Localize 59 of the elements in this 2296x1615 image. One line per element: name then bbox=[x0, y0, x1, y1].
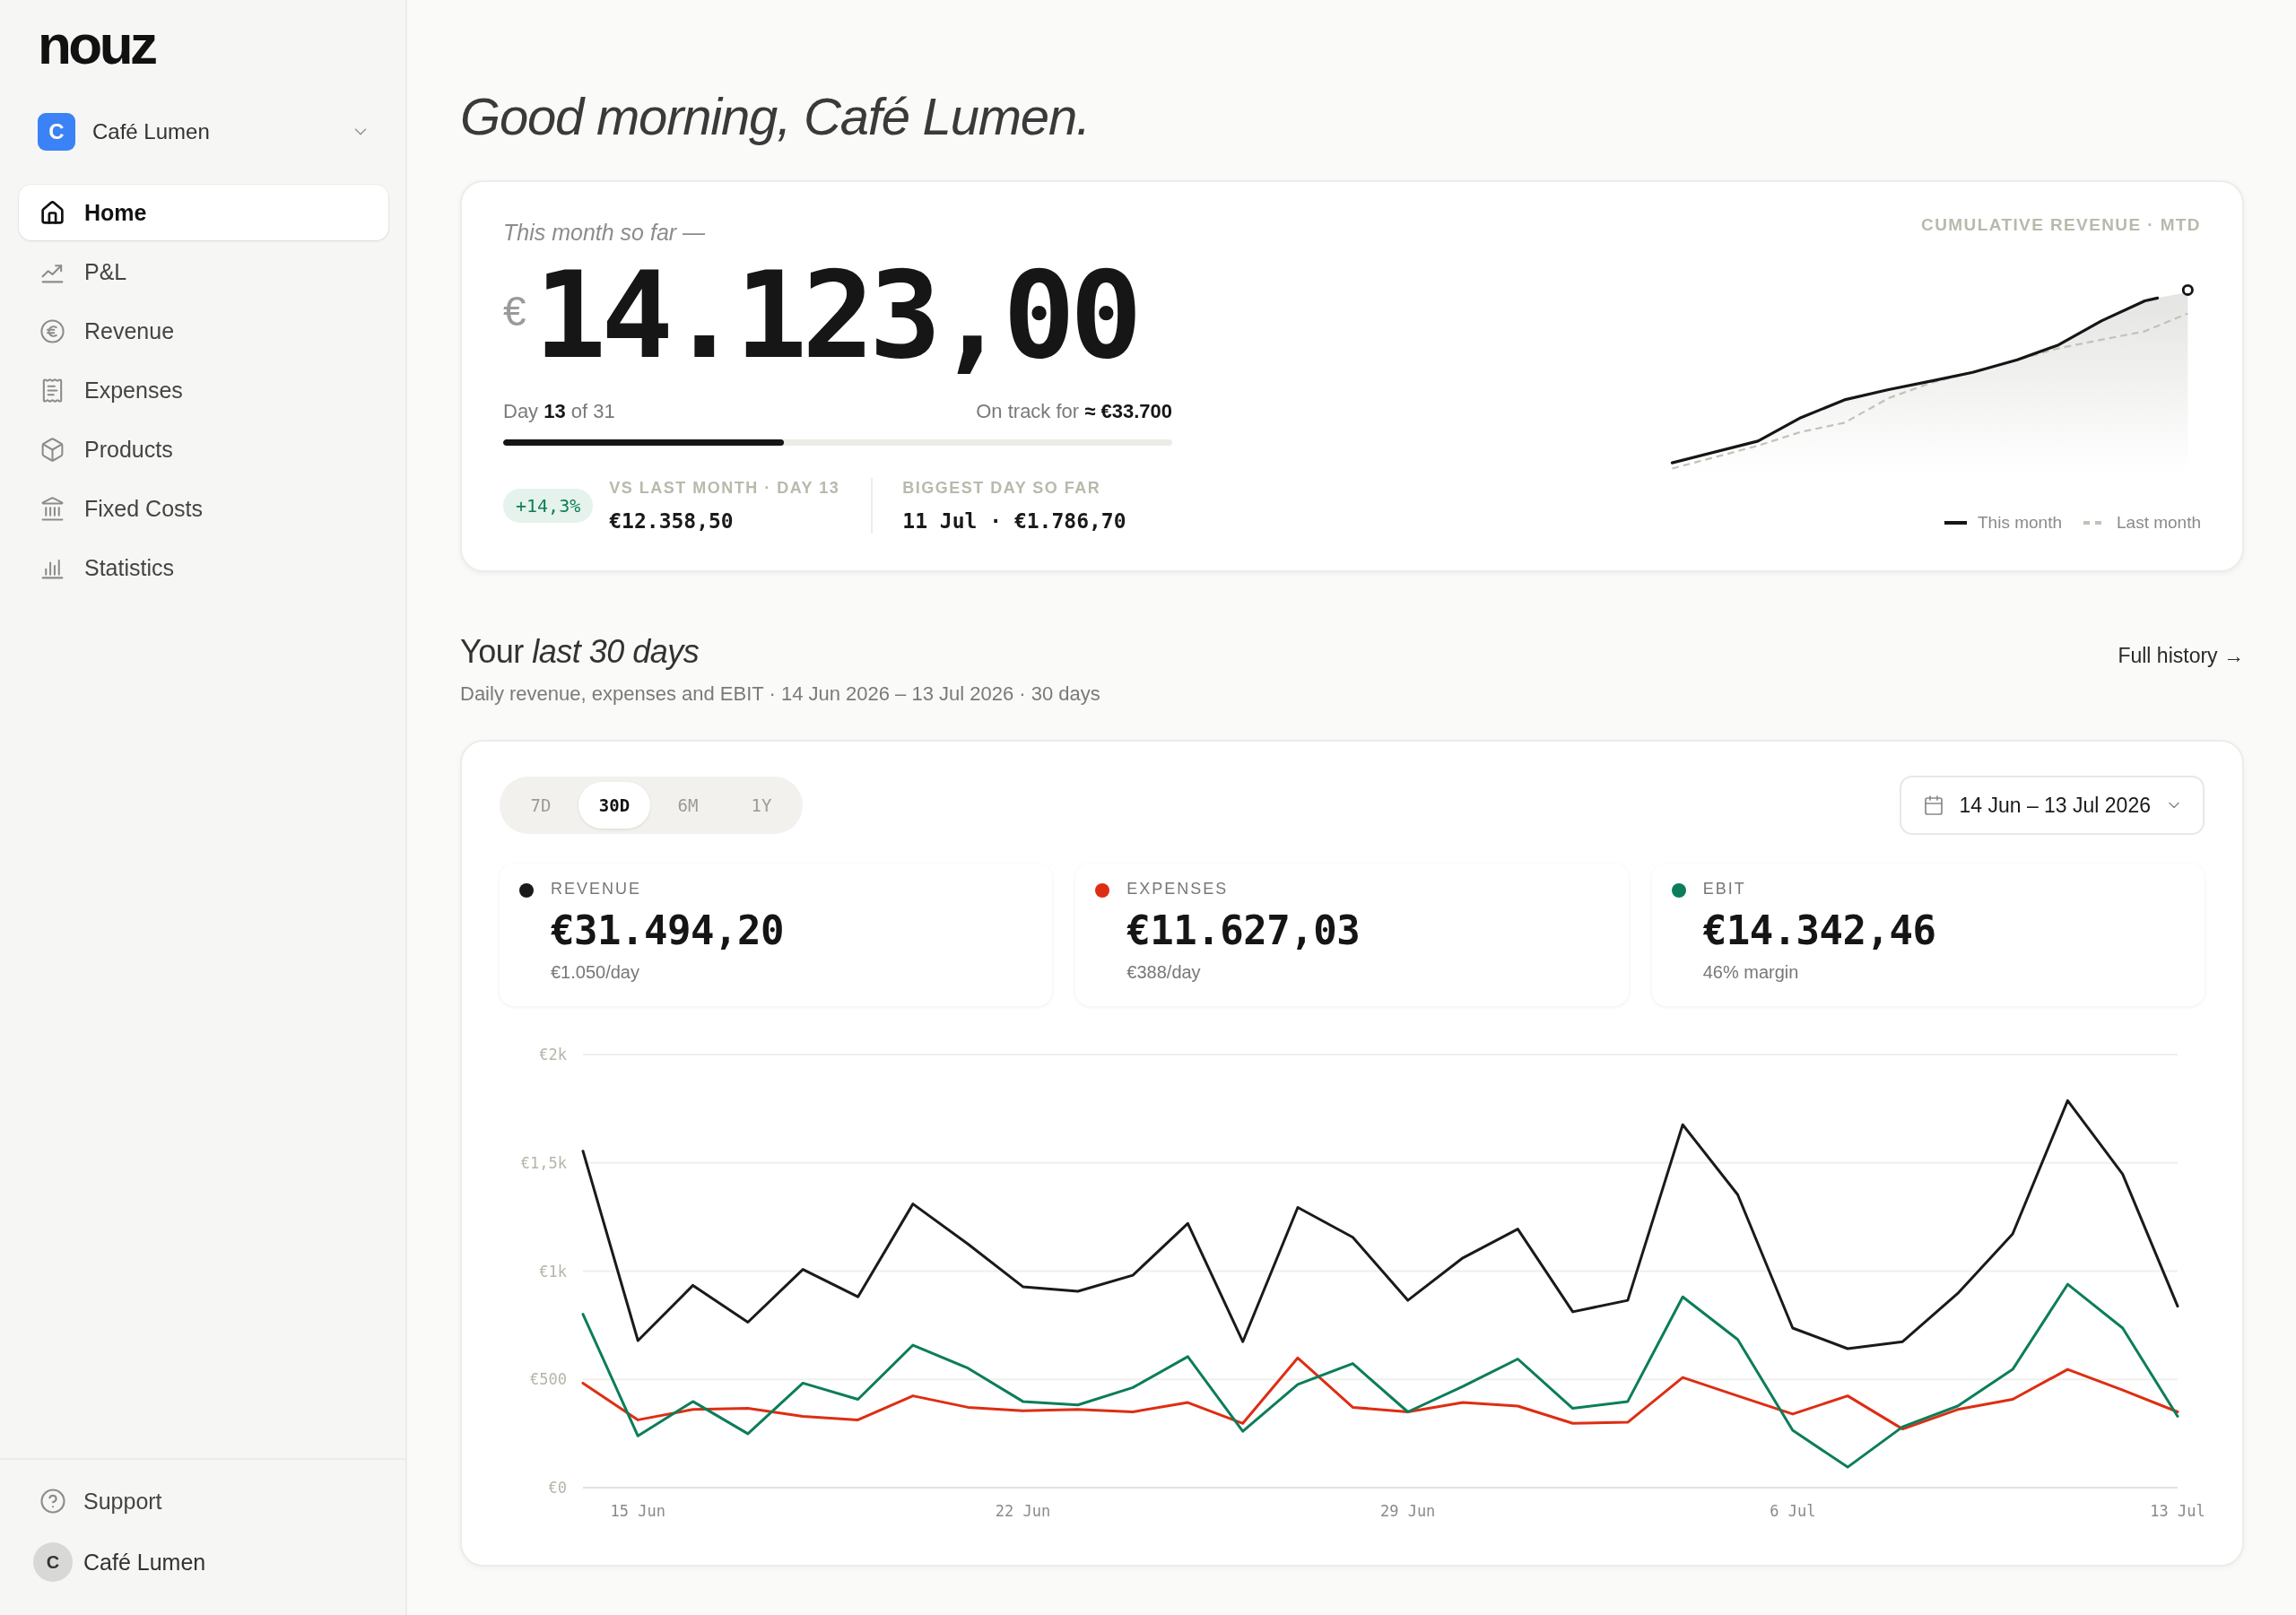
legend-label: Last month bbox=[2117, 512, 2201, 534]
euro-coin-icon bbox=[39, 317, 65, 344]
day-progress-text: Day 13 of 31 bbox=[503, 400, 615, 423]
x-axis-label: 29 Jun bbox=[1379, 1502, 1436, 1520]
avatar: C bbox=[33, 1542, 73, 1582]
currency-symbol: € bbox=[503, 291, 526, 332]
metric-value: €31.494,20 bbox=[551, 907, 784, 955]
comparison-label: VS LAST MONTH · DAY 13 bbox=[609, 478, 840, 498]
greeting-heading: Good morning, Café Lumen. bbox=[460, 86, 1090, 147]
metric-label: EXPENSES bbox=[1126, 879, 1229, 899]
section-subtitle: Daily revenue, expenses and EBIT · 14 Jun 2026 – 13 Jul 2026 · 30 days bbox=[460, 682, 1100, 707]
workspace-name: Café Lumen bbox=[92, 119, 211, 144]
bank-building-icon bbox=[39, 495, 65, 522]
x-axis-label: 22 Jun bbox=[995, 1502, 1051, 1520]
workspace-switcher[interactable]: C Café Lumen bbox=[0, 113, 405, 151]
y-axis-label: €1k bbox=[539, 1262, 567, 1281]
calendar-icon bbox=[1923, 794, 1945, 816]
metric-note: €388/day bbox=[1126, 961, 1201, 983]
workspace-avatar: C bbox=[38, 113, 75, 151]
section-title: Your last 30 days bbox=[460, 633, 700, 671]
nav-item[interactable]: Statistics bbox=[19, 540, 388, 595]
box-icon bbox=[39, 436, 65, 463]
account-button[interactable]: C Café Lumen bbox=[0, 1542, 206, 1582]
change-badge: +14,3% bbox=[503, 489, 594, 523]
y-axis-label: €500 bbox=[530, 1370, 567, 1389]
comparison-value: 11 Jul · €1.786,70 bbox=[902, 508, 1126, 534]
nav-item[interactable]: Expenses bbox=[19, 362, 388, 418]
metric-note: €1.050/day bbox=[551, 961, 639, 983]
full-history-link[interactable]: Full history → bbox=[2118, 643, 2244, 668]
nav-item[interactable]: Products bbox=[19, 421, 388, 477]
house-icon bbox=[39, 199, 65, 226]
nav-item[interactable]: Home bbox=[19, 185, 388, 240]
nav-item[interactable]: P&L bbox=[19, 244, 388, 300]
legend-label: This month bbox=[1978, 512, 2062, 534]
metric-value: €14.342,46 bbox=[1702, 907, 1936, 955]
chart-title: CUMULATIVE REVENUE · MTD bbox=[1921, 214, 2201, 236]
metric-note: 46% margin bbox=[1702, 961, 1799, 983]
range-tab[interactable]: 30D bbox=[578, 782, 650, 829]
y-axis-label: €1,5k bbox=[520, 1153, 567, 1172]
month-total: 14.123,00 bbox=[534, 246, 1137, 386]
y-axis-label: €2k bbox=[539, 1046, 567, 1064]
y-axis-label: €0 bbox=[548, 1479, 567, 1497]
metric-value: €11.627,03 bbox=[1126, 907, 1361, 955]
x-axis-label: 15 Jun bbox=[610, 1502, 665, 1520]
comparison-value: €12.358,50 bbox=[609, 508, 735, 534]
metric-label: REVENUE bbox=[551, 879, 642, 899]
date-range-button[interactable]: 14 Jun – 13 Jul 2026 bbox=[1900, 776, 2205, 835]
nav-item[interactable]: Fixed Costs bbox=[19, 481, 388, 536]
nav-item[interactable]: Revenue bbox=[19, 303, 388, 359]
x-axis-label: 6 Jul bbox=[1770, 1502, 1816, 1520]
support-link[interactable]: Support bbox=[0, 1482, 162, 1520]
comparison-label: BIGGEST DAY SO FAR bbox=[902, 478, 1102, 498]
logo: nouz bbox=[38, 15, 155, 74]
x-axis-label: 13 Jul bbox=[2150, 1502, 2205, 1520]
month-caption: This month so far — bbox=[503, 219, 706, 246]
help-icon bbox=[39, 1488, 66, 1515]
forecast-text: On track for ≈ €33.700 bbox=[976, 400, 1172, 423]
metric-label: EBIT bbox=[1702, 879, 1746, 899]
solid-line-icon bbox=[1944, 521, 1967, 525]
